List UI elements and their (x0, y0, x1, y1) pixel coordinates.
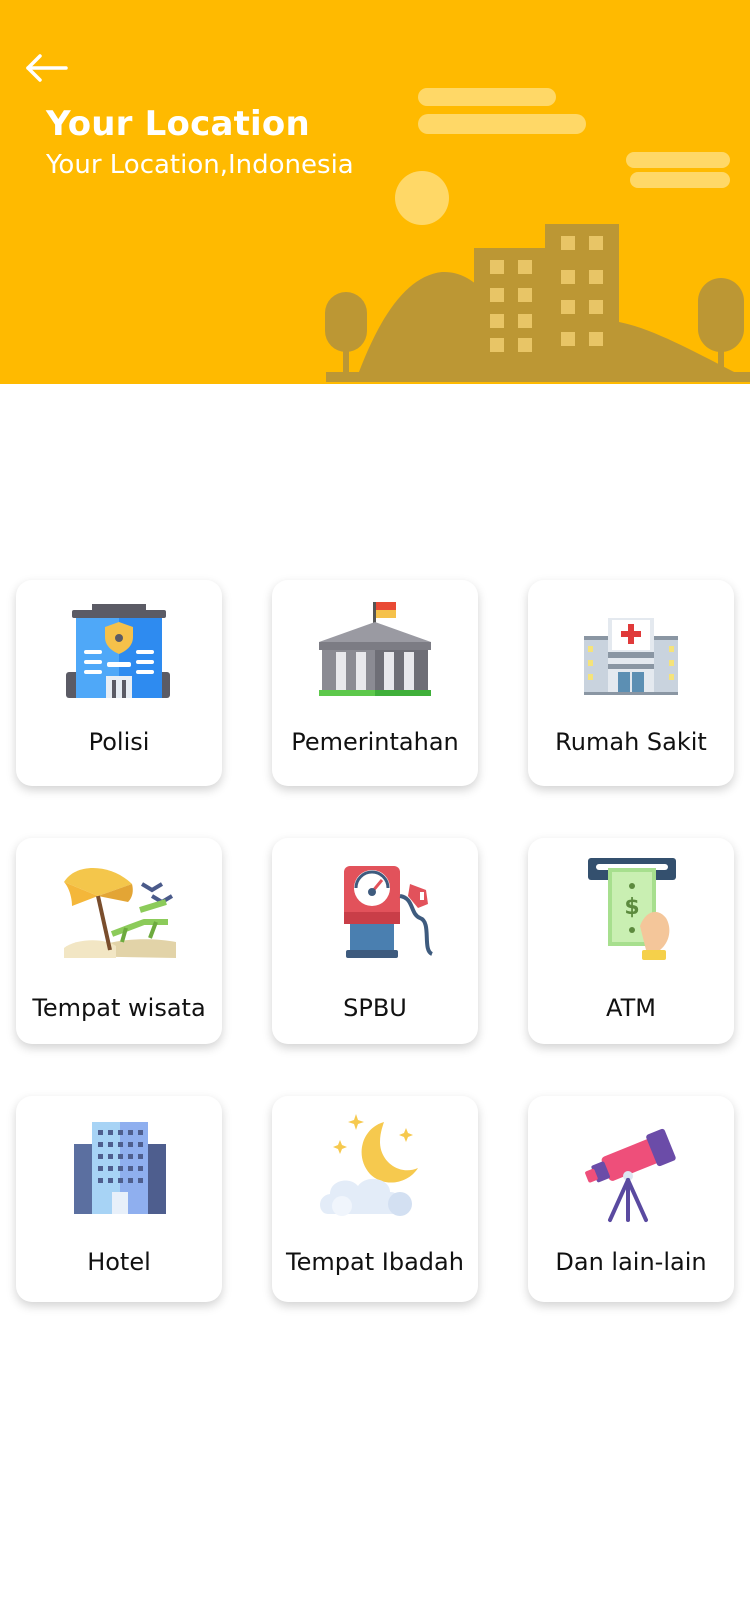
category-card-spbu[interactable]: SPBU (272, 838, 478, 1044)
atm-cash-icon: $ (588, 858, 676, 960)
category-card-rumah-sakit[interactable]: Rumah Sakit (528, 580, 734, 786)
category-card-dan-lain-lain[interactable]: Dan lain-lain (528, 1096, 734, 1302)
category-card-polisi[interactable]: Polisi (16, 580, 222, 786)
category-label: SPBU (343, 994, 407, 1022)
category-label: Tempat wisata (32, 994, 206, 1022)
fuel-pump-icon (344, 866, 434, 958)
category-label: ATM (606, 994, 656, 1022)
category-card-pemerintahan[interactable]: Pemerintahan (272, 580, 478, 786)
category-grid: Polisi Pemerintahan Rumah Sakit Tempat w… (0, 0, 750, 1624)
telescope-icon (585, 1128, 676, 1222)
beach-umbrella-icon (64, 867, 176, 958)
moon-cloud-icon (320, 1114, 418, 1216)
category-label: Dan lain-lain (555, 1248, 707, 1276)
hospital-icon (584, 618, 678, 695)
hotel-building-icon (74, 1122, 166, 1214)
category-card-hotel[interactable]: Hotel (16, 1096, 222, 1302)
government-building-icon (319, 602, 431, 696)
category-card-tempat-ibadah[interactable]: Tempat Ibadah (272, 1096, 478, 1302)
category-label: Pemerintahan (291, 728, 459, 756)
category-label: Rumah Sakit (555, 728, 707, 756)
category-label: Polisi (88, 728, 150, 756)
svg-text:$: $ (624, 895, 639, 920)
police-station-icon (66, 604, 170, 698)
category-label: Hotel (87, 1248, 151, 1276)
category-card-tempat-wisata[interactable]: Tempat wisata (16, 838, 222, 1044)
category-card-atm[interactable]: $ ATM (528, 838, 734, 1044)
category-label: Tempat Ibadah (286, 1248, 464, 1276)
